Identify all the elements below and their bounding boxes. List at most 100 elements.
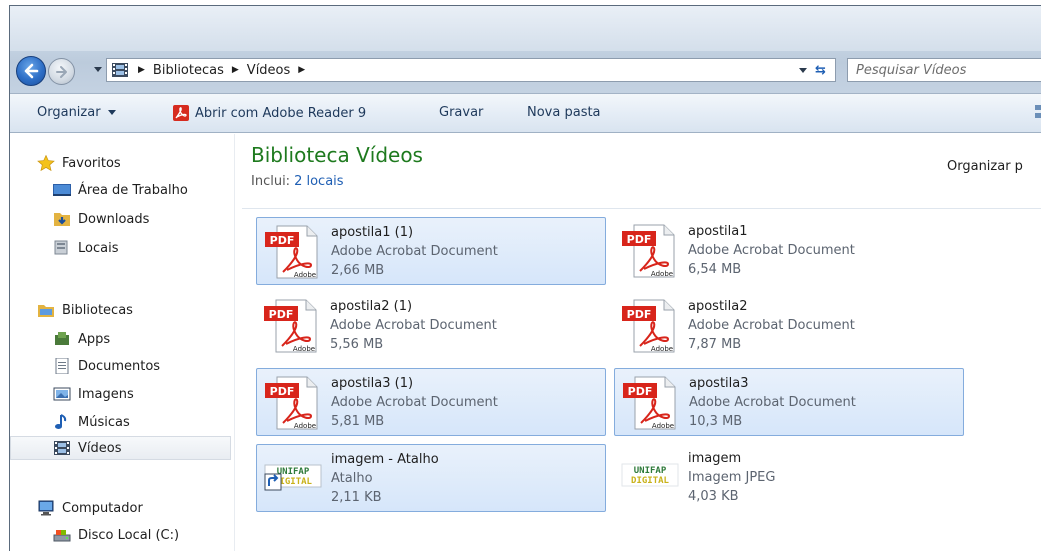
video-library-icon [112, 63, 128, 77]
file-name: apostila3 [689, 376, 749, 391]
adobe-label: Adobe [294, 271, 316, 279]
pdf-file-icon: PDF Adobe [622, 224, 675, 278]
file-item[interactable]: PDF Adobe apostila1 Adobe Acrobat Document 6… [614, 217, 964, 285]
pane-splitter[interactable] [234, 134, 235, 551]
file-thumbnail: PDF Adobe [260, 294, 324, 356]
file-thumbnail: PDF Adobe [619, 371, 683, 433]
address-bar[interactable]: ▶ Bibliotecas ▶ Vídeos ▶ ⇆ [106, 58, 836, 82]
nav-libraries[interactable]: Bibliotecas [37, 298, 133, 322]
file-item[interactable]: PDF Adobe apostila2 (1) Adobe Acrobat Docum… [256, 292, 606, 360]
file-type: Adobe Acrobat Document [688, 243, 855, 258]
file-thumbnail: PDF Adobe [618, 219, 682, 281]
address-dropdown-icon[interactable] [799, 67, 807, 73]
pdf-file-icon: PDF Adobe [264, 299, 317, 353]
file-item[interactable]: PDF Adobe apostila1 (1) Adobe Acrobat Docum… [256, 217, 606, 285]
nav-videos-label: Vídeos [78, 440, 122, 456]
libraries-icon [38, 305, 54, 317]
nav-computer[interactable]: Computador [37, 496, 143, 520]
file-type: Adobe Acrobat Document [331, 244, 498, 259]
file-item[interactable]: PDF Adobe apostila3 Adobe Acrobat Document 1… [614, 368, 964, 436]
pictures-icon [53, 387, 71, 401]
file-item[interactable]: UNIFAP DIGITAL imagem Imagem JPEG 4,03 KB [614, 444, 964, 512]
nav-apps[interactable]: Apps [53, 327, 110, 351]
organize-button[interactable]: Organizar [37, 105, 116, 120]
breadcrumb-bibliotecas[interactable]: Bibliotecas [153, 63, 224, 78]
nav-documents[interactable]: Documentos [53, 354, 160, 378]
pdf-file-icon: PDF Adobe [265, 225, 318, 279]
back-button[interactable] [16, 56, 46, 86]
file-name: apostila2 [688, 299, 748, 314]
includes-locations-link[interactable]: 2 locais [294, 174, 343, 189]
file-size: 7,87 MB [688, 337, 742, 352]
file-details: apostila1 Adobe Acrobat Document 6,54 MB [688, 217, 855, 285]
new-folder-button[interactable]: Nova pasta [527, 105, 601, 120]
downloads-folder-icon [54, 213, 70, 226]
nav-places[interactable]: Locais [53, 236, 118, 260]
pdf-badge-text: PDF [269, 308, 294, 321]
nav-pictures-label: Imagens [78, 386, 134, 402]
header-divider [242, 208, 1041, 209]
search-input[interactable]: Pesquisar Vídeos [847, 58, 1041, 82]
file-type: Adobe Acrobat Document [330, 318, 497, 333]
open-with-label: Abrir com Adobe Reader 9 [195, 105, 367, 121]
adobe-label: Adobe [293, 345, 315, 353]
shortcut-arrow-icon [264, 473, 282, 491]
file-item[interactable]: UNIFAP DIGITAL imagem - Atalho Atalho 2,11 K… [256, 444, 606, 512]
library-includes: Inclui: 2 locais [251, 174, 344, 189]
pdf-file-icon: PDF Adobe [623, 376, 676, 430]
apps-icon [55, 332, 69, 345]
nav-local-disk[interactable]: Disco Local (C:) [53, 523, 179, 547]
nav-music[interactable]: Músicas [53, 410, 130, 434]
burn-button[interactable]: Gravar [439, 105, 483, 120]
arrange-by-button[interactable]: Organizar p [947, 159, 1023, 174]
music-note-icon [55, 414, 67, 429]
command-bar: Organizar Abrir com Adobe Reader 9 Grava… [10, 93, 1041, 133]
nav-pictures[interactable]: Imagens [53, 382, 134, 406]
nav-desktop[interactable]: Área de Trabalho [53, 178, 188, 202]
nav-apps-label: Apps [78, 331, 111, 347]
file-size: 6,54 MB [688, 262, 742, 277]
change-view-icon[interactable] [1034, 103, 1041, 121]
explorer-window: ▶ Bibliotecas ▶ Vídeos ▶ ⇆ Pesquisar Víd… [9, 5, 1041, 551]
nav-downloads-label: Downloads [78, 211, 150, 227]
nav-downloads[interactable]: Downloads [53, 207, 149, 231]
refresh-icon[interactable]: ⇆ [815, 63, 826, 78]
chevron-down-icon [107, 110, 116, 115]
nav-favorites-label: Favoritos [62, 155, 121, 171]
breadcrumb-separator-icon[interactable]: ▶ [138, 65, 145, 75]
open-with-adobe-button[interactable]: Abrir com Adobe Reader 9 [173, 105, 366, 121]
star-icon [37, 155, 55, 171]
pdf-badge-text: PDF [627, 308, 652, 321]
recent-pages-dropdown[interactable] [94, 67, 102, 72]
file-size: 5,56 MB [330, 337, 384, 352]
adobe-reader-icon [173, 105, 189, 121]
file-thumbnail: PDF Adobe [618, 294, 682, 356]
includes-label: Inclui: [251, 174, 291, 189]
library-title: Biblioteca Vídeos [251, 143, 423, 167]
nav-videos[interactable]: Vídeos [10, 436, 231, 460]
file-item[interactable]: PDF Adobe apostila2 Adobe Acrobat Document 7… [614, 292, 964, 360]
nav-favorites[interactable]: Favoritos [37, 151, 121, 175]
file-name: apostila1 [688, 224, 748, 239]
file-details: imagem Imagem JPEG 4,03 KB [688, 444, 775, 512]
file-item[interactable]: PDF Adobe apostila3 (1) Adobe Acrobat Docum… [256, 368, 606, 436]
forward-button[interactable] [48, 58, 75, 85]
file-details: apostila1 (1) Adobe Acrobat Document 2,66 … [331, 218, 498, 284]
file-thumbnail: UNIFAP DIGITAL [618, 446, 682, 508]
nav-local-disk-label: Disco Local (C:) [78, 527, 180, 543]
breadcrumb-videos[interactable]: Vídeos [247, 63, 290, 78]
file-thumbnail: PDF Adobe [261, 220, 325, 282]
file-size: 4,03 KB [688, 489, 739, 504]
file-type: Adobe Acrobat Document [688, 318, 855, 333]
unifap-top-text: UNIFAP [634, 466, 667, 476]
desktop-icon [53, 184, 71, 196]
arrow-left-icon [24, 63, 39, 79]
file-details: imagem - Atalho Atalho 2,11 KB [331, 445, 439, 511]
unifap-top-text: UNIFAP [277, 467, 310, 477]
file-thumbnail: UNIFAP DIGITAL [261, 447, 325, 509]
file-type: Adobe Acrobat Document [331, 395, 498, 410]
breadcrumb-separator-icon[interactable]: ▶ [232, 65, 239, 75]
breadcrumb-separator-icon[interactable]: ▶ [298, 65, 305, 75]
navigation-pane: Favoritos Área de Trabalho Downloads Loc… [10, 134, 234, 551]
pdf-file-icon: PDF Adobe [265, 376, 318, 430]
